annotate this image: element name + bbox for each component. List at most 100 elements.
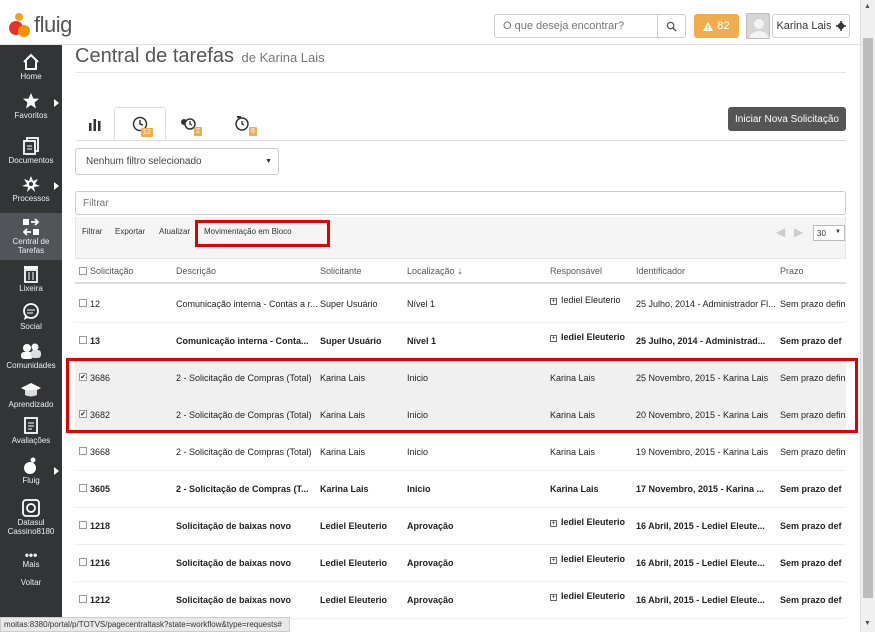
scroll-up-icon[interactable]: ▲ xyxy=(864,3,871,10)
sidebar-item-comunidades[interactable]: Comunidades xyxy=(0,342,62,378)
table-row[interactable]: 1216 Solicitação de baixas novo Lediel Ele… xyxy=(75,545,846,582)
request-id[interactable]: 1216 xyxy=(90,558,110,568)
avatar[interactable] xyxy=(746,13,770,39)
tab-late-tasks[interactable]: 6 xyxy=(223,107,263,141)
expand-group-icon[interactable]: + xyxy=(550,520,557,527)
column-header[interactable]: Solicitante xyxy=(320,266,362,276)
cell-text: Iediel Eleuterio xyxy=(561,591,626,601)
table-row[interactable]: 13 Comunicação interna - Conta... Super Us… xyxy=(75,323,846,360)
table-row[interactable]: 1212 Solicitação de baixas novo Lediel Ele… xyxy=(75,582,846,619)
cell-text: Lediel Eleuterio xyxy=(320,558,388,568)
new-request-button[interactable]: Iniciar Nova Solicitação xyxy=(728,107,846,131)
row-checkbox[interactable] xyxy=(79,521,87,529)
cell-responsible: Karina Lais xyxy=(550,484,634,494)
row-checkbox[interactable] xyxy=(79,336,87,344)
sidebar-item-voltar[interactable]: Voltar xyxy=(0,578,62,592)
column-header[interactable]: Prazo xyxy=(780,266,804,276)
expand-group-icon[interactable]: + xyxy=(550,594,557,601)
request-id[interactable]: 1212 xyxy=(90,595,110,605)
trash-icon xyxy=(24,266,38,283)
sidebar-item-fluig[interactable]: Fluig xyxy=(0,457,62,493)
row-checkbox[interactable] xyxy=(79,447,87,455)
expand-group-icon[interactable]: + xyxy=(550,335,557,342)
sidebar-item-home[interactable]: Home xyxy=(0,50,62,88)
column-header[interactable]: Solicitação xyxy=(90,266,134,276)
sidebar-item-favoritos[interactable]: Favoritos xyxy=(0,89,62,127)
sidebar-item-central-de-tarefas[interactable]: Central de Tarefas xyxy=(0,213,62,260)
next-page-icon[interactable]: ▶ xyxy=(794,225,803,239)
sidebar-item-lixeira[interactable]: Lixeira xyxy=(0,265,62,301)
row-checkbox[interactable] xyxy=(79,299,87,307)
page-size-select[interactable]: 30 ▼ xyxy=(813,225,845,241)
scroll-down-icon[interactable]: ▼ xyxy=(864,620,871,627)
request-id[interactable]: 13 xyxy=(90,336,100,346)
cell-text: Nível 1 xyxy=(407,299,436,309)
alert-count: 82 xyxy=(717,20,730,32)
request-id[interactable]: 3668 xyxy=(90,447,110,457)
sidebar-item-label: Mais xyxy=(22,560,40,569)
sidebar-item-social[interactable]: Social xyxy=(0,303,62,339)
column-header[interactable]: Localização ⇣ xyxy=(407,266,463,276)
cell-text: Solicitação de baixas novo xyxy=(176,521,292,531)
scroll-thumb[interactable] xyxy=(863,38,873,598)
expand-group-icon[interactable]: + xyxy=(550,298,557,305)
tab-charts[interactable] xyxy=(75,107,115,141)
filter-input[interactable] xyxy=(75,191,846,215)
export-link[interactable]: Exportar xyxy=(115,227,145,236)
row-checkbox[interactable] xyxy=(79,484,87,492)
column-header[interactable]: Responsável xyxy=(550,266,602,276)
column-header[interactable]: Descrição xyxy=(176,266,216,276)
cell-identifier: 17 Novembro, 2015 - Karina ... xyxy=(636,484,778,494)
page-subtitle: de Karina Lais xyxy=(241,50,325,65)
table-toolbar: Filtrar Exportar Atualizar Movimentação … xyxy=(75,217,846,259)
saved-filter-select[interactable]: Nenhum filtro selecionado ▼ xyxy=(75,148,279,175)
more-dots-icon: ••• xyxy=(24,548,38,562)
search-button[interactable] xyxy=(657,15,685,37)
search-input[interactable] xyxy=(495,15,657,37)
cell-responsible: + Iediel Eleuterio xyxy=(550,517,634,527)
cell-text: 17 Novembro, 2015 - Karina ... xyxy=(636,484,765,494)
global-search xyxy=(494,14,686,38)
request-id[interactable]: 1218 xyxy=(90,521,110,531)
community-icon xyxy=(21,343,41,359)
sidebar-item-avaliacoes[interactable]: Avaliações xyxy=(0,417,62,453)
table-row[interactable]: 1218 Solicitação de baixas novo Lediel Ele… xyxy=(75,508,846,545)
search-icon xyxy=(666,21,677,32)
cell-location: Nível 1 xyxy=(407,299,527,309)
table-row[interactable]: 3668 2 - Solicitação de Compras (Total) Ka… xyxy=(75,434,846,471)
refresh-link[interactable]: Atualizar xyxy=(159,227,190,236)
request-id[interactable]: 3605 xyxy=(90,484,110,494)
sidebar-item-documentos[interactable]: Documentos xyxy=(0,134,62,172)
tab-my-tasks[interactable]: 12 xyxy=(114,107,166,141)
cell-text: Super Usuário xyxy=(320,299,378,309)
fluig-logo[interactable]: fluig xyxy=(9,10,72,40)
warning-icon xyxy=(703,21,714,31)
user-avatar-icon xyxy=(749,19,769,38)
row-checkbox[interactable] xyxy=(79,595,87,603)
sidebar-item-processos[interactable]: Processos xyxy=(0,172,62,210)
cell-text: 16 Abril, 2015 - Lediel Eleute... xyxy=(636,521,765,531)
cell-text: Sem prazo defin xyxy=(780,299,846,309)
row-checkbox[interactable] xyxy=(79,558,87,566)
page-scrollbar[interactable]: ▲ ▼ xyxy=(860,0,875,632)
column-header[interactable]: Identificador xyxy=(636,266,685,276)
filter-link[interactable]: Filtrar xyxy=(82,227,102,236)
tab-group-tasks[interactable]: 2 xyxy=(168,107,208,141)
cell-responsible: + Iediel Eleuterio xyxy=(550,295,634,305)
sidebar-item-datasul[interactable]: Datasul Cassino8180 xyxy=(0,499,62,539)
table-row[interactable]: 12 Comunicação interna - Contas a r... Sup… xyxy=(75,286,846,323)
sidebar-item-mais[interactable]: ••• Mais xyxy=(0,548,62,576)
cell-requester: Super Usuário xyxy=(320,336,404,346)
request-id[interactable]: 12 xyxy=(90,299,100,309)
table-row[interactable]: 3605 2 - Solicitação de Compras (T... Kari… xyxy=(75,471,846,508)
cell-text: Lediel Eleuterio xyxy=(320,595,388,605)
fluig-drop-icon xyxy=(24,457,36,474)
cell-text: 25 Julho, 2014 - Administrador Fl... xyxy=(636,299,776,309)
sidebar-item-aprendizado[interactable]: Aprendizado xyxy=(0,381,62,417)
select-all-checkbox[interactable] xyxy=(79,267,87,275)
alerts-button[interactable]: 82 xyxy=(694,14,739,38)
tab-badge: 2 xyxy=(194,127,202,136)
expand-group-icon[interactable]: + xyxy=(550,557,557,564)
previous-page-icon[interactable]: ◀ xyxy=(776,225,785,239)
user-menu-button[interactable]: Karina Lais xyxy=(772,14,850,38)
